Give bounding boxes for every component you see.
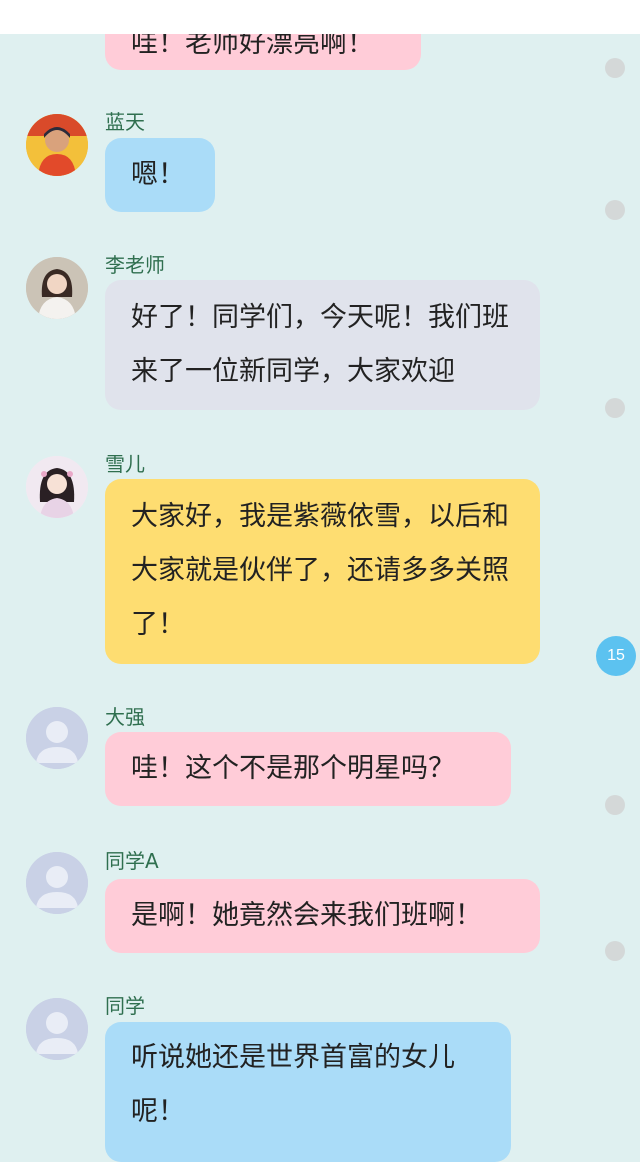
top-bar — [0, 0, 640, 34]
read-indicator-dot — [605, 398, 625, 418]
girl-photo-avatar[interactable] — [26, 456, 88, 518]
message-text: 好了！同学们，今天呢！我们班来了一位新同学，大家欢迎 — [131, 302, 509, 387]
default-user-avatar[interactable] — [26, 998, 88, 1060]
message-text: 大家好，我是紫薇依雪，以后和大家就是伙伴了，还请多多关照了！ — [131, 501, 509, 640]
read-indicator-dot — [605, 941, 625, 961]
message-count-badge[interactable]: 15 — [596, 636, 636, 676]
default-user-avatar[interactable] — [26, 852, 88, 914]
read-indicator-dot — [605, 200, 625, 220]
boy-photo-avatar[interactable] — [26, 114, 88, 176]
sender-name: 李老师 — [105, 253, 165, 277]
message-bubble[interactable]: 是啊！她竟然会来我们班啊！ — [105, 879, 540, 953]
message-text: 哇！这个不是那个明星吗？ — [131, 753, 455, 784]
read-indicator-dot — [605, 58, 625, 78]
message-bubble[interactable]: 大家好，我是紫薇依雪，以后和大家就是伙伴了，还请多多关照了！ — [105, 479, 540, 664]
sender-name: 同学A — [105, 849, 159, 873]
read-indicator-dot — [605, 795, 625, 815]
message-text: 嗯！ — [131, 159, 185, 190]
message-bubble[interactable]: 好了！同学们，今天呢！我们班来了一位新同学，大家欢迎 — [105, 280, 540, 410]
chat-area[interactable]: 哇！老师好漂亮啊！ 蓝天 嗯！ 李老师 好了！同学们，今天呢！我们班来了一位新同… — [0, 0, 640, 1162]
message-bubble[interactable]: 听说她还是世界首富的女儿呢！ — [105, 1022, 511, 1162]
message-text: 是啊！她竟然会来我们班啊！ — [131, 900, 482, 931]
message-bubble[interactable]: 哇！这个不是那个明星吗？ — [105, 732, 511, 806]
sender-name: 大强 — [105, 705, 145, 729]
sender-name: 蓝天 — [105, 110, 145, 134]
message-bubble[interactable]: 嗯！ — [105, 138, 215, 212]
sender-name: 同学 — [105, 994, 145, 1018]
sender-name: 雪儿 — [105, 452, 145, 476]
teacher-photo-avatar[interactable] — [26, 257, 88, 319]
default-user-avatar[interactable] — [26, 707, 88, 769]
message-text: 听说她还是世界首富的女儿呢！ — [131, 1042, 455, 1127]
